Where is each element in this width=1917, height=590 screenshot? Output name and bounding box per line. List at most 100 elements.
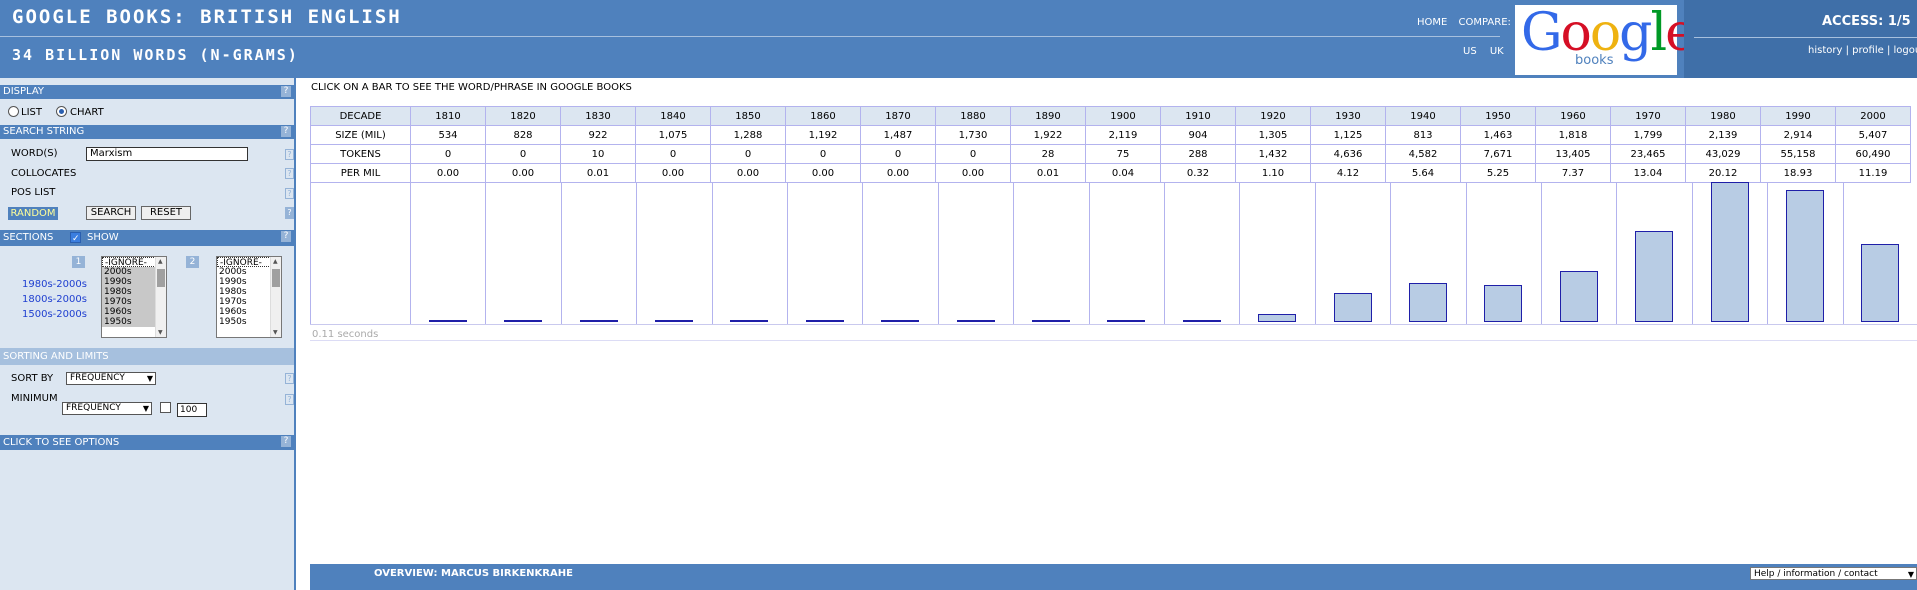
list-scrollbar[interactable]: ▲ ▼ [270,257,281,337]
footer-bar: OVERVIEW: MARCUS BIRKENKRAHE Help / info… [310,564,1917,590]
tokens-cell: 0 [860,144,936,164]
chart-baseline [310,324,1917,325]
decade-cell: 1900 [1085,106,1161,126]
search-button[interactable]: SEARCH [86,206,136,220]
decade-cell: 2000 [1835,106,1911,126]
scroll-up-icon[interactable]: ▲ [158,258,163,265]
chart-bar-1940[interactable] [1408,283,1447,322]
decade-cell: 1910 [1160,106,1236,126]
row-label: DECADE [310,106,411,126]
chart-radio[interactable] [56,106,67,117]
collocates-label[interactable]: COLLOCATES [11,168,76,179]
help-icon[interactable]: ? [285,207,294,219]
chart-bar-1900[interactable] [1107,320,1146,322]
tokens-cell: 28 [1010,144,1086,164]
help-icon[interactable]: ? [281,231,291,242]
minimum-number-input[interactable]: 100 [177,403,207,417]
preset-link[interactable]: 1980s-2000s [22,279,87,290]
corpus-title: GOOGLE BOOKS: BRITISH ENGLISH [12,6,402,28]
sort-by-value: FREQUENCY [70,373,125,383]
sections-section-header[interactable]: SECTIONS SHOW ? [0,230,294,247]
tokens-cell: 0 [485,144,561,164]
chart-bar-1910[interactable] [1182,320,1221,322]
profile-link[interactable]: profile [1852,45,1884,56]
chart-gridline [711,183,713,325]
help-icon[interactable]: ? [285,394,294,405]
row-label: SIZE (MIL) [310,125,411,145]
per-mil-cell: 11.19 [1835,163,1911,183]
preset-link[interactable]: 1800s-2000s [22,294,87,305]
chart-bar-1950[interactable] [1484,285,1523,322]
chart-bar-1980[interactable] [1710,182,1749,322]
search-string-section-header[interactable]: SEARCH STRING ? [0,125,294,139]
scroll-thumb[interactable] [157,269,165,287]
chart-bar-1820[interactable] [504,320,543,322]
chart-bar-1970[interactable] [1635,231,1674,322]
chart-instruction: CLICK ON A BAR TO SEE THE WORD/PHRASE IN… [311,82,632,93]
sort-by-select[interactable]: FREQUENCY ▼ [66,372,156,385]
words-input[interactable]: Marxism [86,147,248,161]
minimum-select[interactable]: FREQUENCY ▼ [62,402,152,415]
scroll-down-icon[interactable]: ▼ [273,329,278,336]
chart-bar-1920[interactable] [1258,314,1297,322]
help-icon[interactable]: ? [285,188,294,199]
scroll-thumb[interactable] [272,269,280,287]
per-mil-cell: 13.04 [1610,163,1686,183]
chart-bar-2000[interactable] [1861,244,1900,322]
preset-link[interactable]: 1500s-2000s [22,309,87,320]
home-link[interactable]: HOME [1417,17,1447,28]
chart-bar-1930[interactable] [1333,293,1372,322]
chart-gridline [1390,183,1392,325]
chart-gridline [485,183,487,325]
chevron-down-icon: ▼ [146,374,153,383]
help-icon[interactable]: ? [281,86,291,97]
sorting-section-header[interactable]: SORTING AND LIMITS [0,348,294,365]
compare-label: COMPARE: [1458,17,1511,28]
uk-link[interactable]: UK [1490,46,1504,57]
chart-bar-1860[interactable] [805,320,844,322]
chevron-down-icon: ▼ [142,404,149,413]
per-mil-cell: 5.64 [1385,163,1461,183]
per-mil-cell: 0.00 [635,163,711,183]
random-button[interactable]: RANDOM [8,207,58,220]
pos-list-label[interactable]: POS LIST [11,187,55,198]
help-select[interactable]: Help / information / contact ▼ [1750,567,1917,580]
chart-bar-1830[interactable] [579,320,618,322]
help-icon[interactable]: ? [281,436,291,447]
chart-bar-1850[interactable] [730,320,769,322]
help-icon[interactable]: ? [285,168,294,179]
history-link[interactable]: history [1808,45,1842,56]
help-icon[interactable]: ? [281,126,291,137]
scroll-up-icon[interactable]: ▲ [273,258,278,265]
us-link[interactable]: US [1463,46,1477,57]
chart-bar-1880[interactable] [956,320,995,322]
logout-link[interactable]: logout [1894,45,1917,56]
chart-bar-1840[interactable] [654,320,693,322]
chart-bar-1810[interactable] [428,320,467,322]
minimum-checkbox[interactable] [160,402,171,413]
link-separator: | [1845,45,1849,56]
per-mil-cell: 7.37 [1535,163,1611,183]
help-icon[interactable]: ? [285,373,294,384]
list-radio[interactable] [8,106,19,117]
display-section-header[interactable]: DISPLAY ? [0,85,294,99]
account-panel [1684,0,1917,78]
scroll-down-icon[interactable]: ▼ [158,329,163,336]
words-label: WORD(S) [11,148,58,159]
options-section-header[interactable]: CLICK TO SEE OPTIONS ? [0,435,294,450]
google-books-logo[interactable]: Google books [1515,3,1696,75]
chevron-down-icon: ▼ [1907,570,1914,579]
help-icon[interactable]: ? [285,149,294,160]
section-1-listbox[interactable]: -IGNORE- 2000s 1990s 1980s 1970s 1960s 1… [101,256,167,338]
decade-cell: 1820 [485,106,561,126]
reset-button[interactable]: RESET [141,206,191,220]
chart-bar-1990[interactable] [1785,190,1824,322]
chart-bar-1960[interactable] [1559,271,1598,322]
list-scrollbar[interactable]: ▲ ▼ [155,257,166,337]
decade-cell: 1810 [410,106,486,126]
show-sections-checkbox[interactable] [70,231,81,247]
per-mil-cell: 1.10 [1235,163,1311,183]
chart-bar-1870[interactable] [881,320,920,322]
chart-bar-1890[interactable] [1031,320,1070,322]
section-2-listbox[interactable]: -IGNORE- 2000s 1990s 1980s 1970s 1960s 1… [216,256,282,338]
